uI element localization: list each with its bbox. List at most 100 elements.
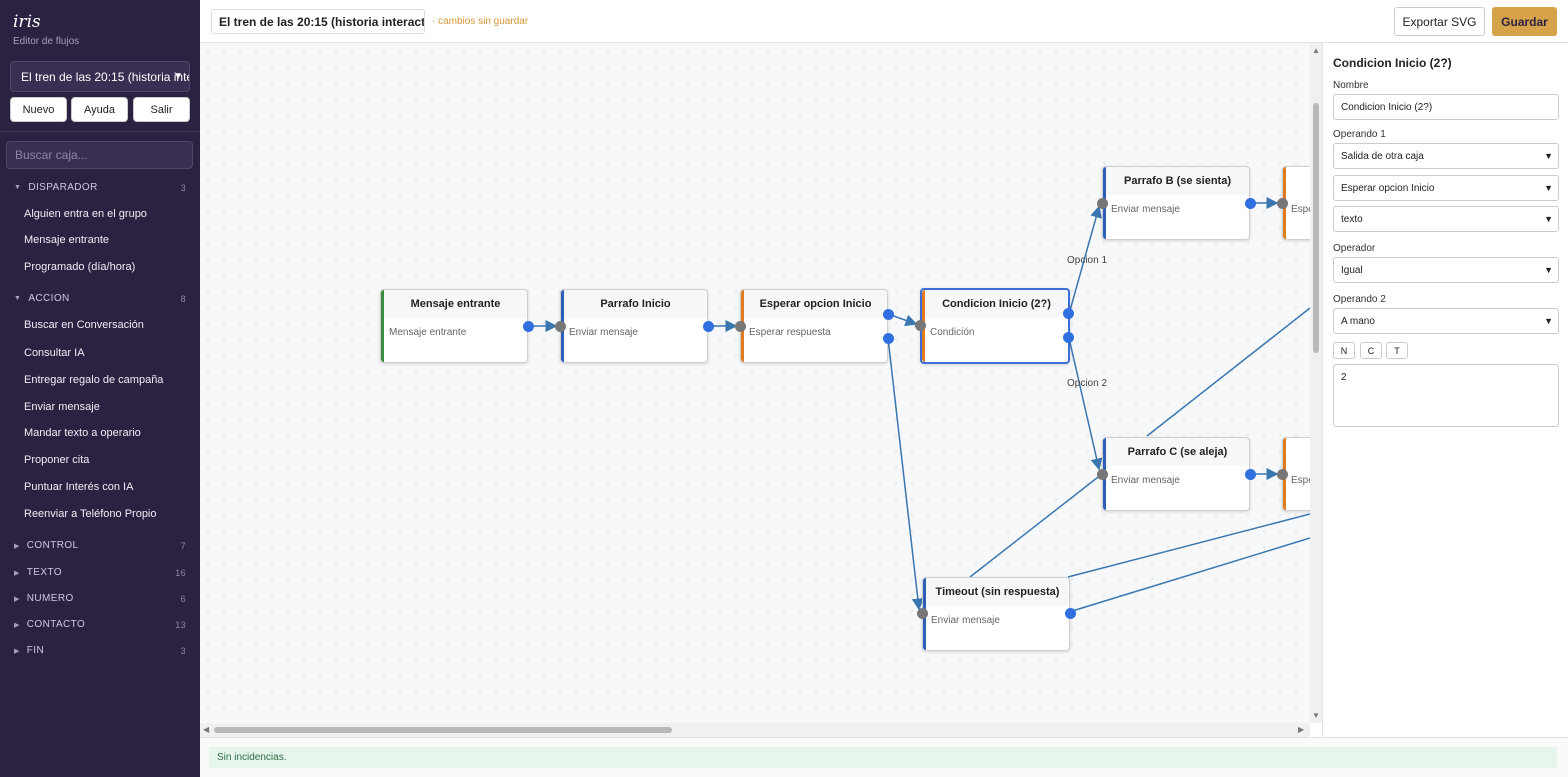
new-button[interactable]: Nuevo bbox=[10, 97, 67, 122]
sidebar-item[interactable]: Enviar mensaje bbox=[24, 401, 100, 413]
chevron-down-icon: ▼ bbox=[1544, 214, 1553, 224]
save-button[interactable]: Guardar bbox=[1492, 7, 1557, 36]
input-port[interactable] bbox=[1277, 469, 1288, 480]
vertical-scrollbar[interactable]: ▲ ▼ bbox=[1310, 43, 1322, 723]
input-port[interactable] bbox=[915, 320, 926, 331]
node-subtitle: Esperar respuesta bbox=[749, 327, 831, 338]
caret-down-icon: ▼ bbox=[14, 184, 22, 191]
sidebar-item[interactable]: Mensaje entrante bbox=[24, 234, 109, 246]
output-port[interactable] bbox=[1065, 608, 1076, 619]
export-svg-button[interactable]: Exportar SVG bbox=[1394, 7, 1485, 36]
search-input[interactable]: Buscar caja... bbox=[6, 141, 193, 169]
chevron-down-icon: ▼ bbox=[1544, 151, 1553, 161]
output-port-option-2[interactable] bbox=[1063, 332, 1074, 343]
chevron-down-icon: ▼ bbox=[1544, 265, 1553, 275]
output-port[interactable] bbox=[1245, 469, 1256, 480]
output-port-timeout[interactable] bbox=[883, 333, 894, 344]
header: El tren de las 20:15 (historia interacti… bbox=[200, 0, 1568, 43]
category-label: ACCION bbox=[28, 293, 70, 304]
node-title: Mensaje entrante bbox=[384, 290, 527, 318]
operator-select[interactable]: Igual ▼ bbox=[1333, 257, 1559, 283]
chevron-down-icon: ▼ bbox=[1544, 183, 1553, 193]
sidebar-item[interactable]: Proponer cita bbox=[24, 454, 89, 466]
input-port[interactable] bbox=[1097, 469, 1108, 480]
scroll-up-icon[interactable]: ▲ bbox=[1312, 46, 1320, 55]
select-value: Igual bbox=[1341, 264, 1363, 276]
category-accion[interactable]: ▼ ACCION 8 bbox=[14, 293, 186, 304]
input-port[interactable] bbox=[555, 321, 566, 332]
flow-title-input[interactable]: El tren de las 20:15 (historia interacti… bbox=[211, 9, 425, 34]
type-number-button[interactable]: N bbox=[1333, 342, 1355, 359]
scroll-left-icon[interactable]: ◀ bbox=[203, 725, 209, 734]
node-partial-c[interactable]: Espe bbox=[1277, 437, 1310, 511]
input-port[interactable] bbox=[735, 321, 746, 332]
operand1-type-select[interactable]: texto ▼ bbox=[1333, 206, 1559, 232]
input-port[interactable] bbox=[1097, 198, 1108, 209]
flow-select[interactable]: El tren de las 20:15 (historia interacti… bbox=[10, 61, 190, 92]
sidebar-item[interactable]: Mandar texto a operario bbox=[24, 427, 141, 439]
category-count: 7 bbox=[180, 540, 186, 551]
horizontal-scroll-thumb[interactable] bbox=[214, 727, 672, 733]
node-esperar-opcion-inicio[interactable]: Esperar opcion Inicio Esperar respuesta bbox=[735, 289, 894, 363]
node-title: Parrafo C (se aleja) bbox=[1106, 438, 1249, 466]
operand2-label: Operando 2 bbox=[1333, 294, 1386, 305]
node-parrafo-inicio[interactable]: Parrafo Inicio Enviar mensaje bbox=[555, 289, 714, 363]
sidebar-item[interactable]: Alguien entra en el grupo bbox=[24, 208, 147, 220]
scroll-down-icon[interactable]: ▼ bbox=[1312, 711, 1320, 720]
node-title: Timeout (sin respuesta) bbox=[926, 578, 1069, 606]
vertical-scroll-thumb[interactable] bbox=[1313, 103, 1319, 353]
category-texto[interactable]: ▶ TEXTO 16 bbox=[14, 567, 186, 578]
input-port[interactable] bbox=[1277, 198, 1288, 209]
category-contacto[interactable]: ▶ CONTACTO 13 bbox=[14, 619, 186, 630]
category-numero[interactable]: ▶ NUMERO 6 bbox=[14, 593, 186, 604]
sidebar-divider bbox=[0, 131, 200, 132]
edge bbox=[1068, 537, 1310, 613]
category-count: 3 bbox=[180, 182, 186, 193]
node-mensaje-entrante[interactable]: Mensaje entrante Mensaje entrante bbox=[380, 289, 534, 363]
unsaved-indicator: · cambios sin guardar bbox=[432, 16, 529, 27]
input-port[interactable] bbox=[917, 608, 928, 619]
caret-right-icon: ▶ bbox=[14, 542, 20, 550]
name-input[interactable]: Condicion Inicio (2?) bbox=[1333, 94, 1559, 120]
node-parrafo-b[interactable]: Parrafo B (se sienta) Enviar mensaje bbox=[1097, 166, 1256, 240]
exit-button[interactable]: Salir bbox=[133, 97, 190, 122]
category-control[interactable]: ▶ CONTROL 7 bbox=[14, 540, 186, 551]
output-port[interactable] bbox=[703, 321, 714, 332]
operand1-source-select[interactable]: Salida de otra caja ▼ bbox=[1333, 143, 1559, 169]
output-port[interactable] bbox=[1245, 198, 1256, 209]
panel-title: Condicion Inicio (2?) bbox=[1333, 56, 1452, 70]
category-disparador[interactable]: ▼ DISPARADOR 3 bbox=[14, 182, 186, 193]
caret-right-icon: ▶ bbox=[14, 647, 20, 655]
node-condicion-inicio[interactable]: Condicion Inicio (2?) Condición bbox=[915, 288, 1074, 364]
horizontal-scrollbar[interactable]: ◀ ▶ bbox=[200, 723, 1310, 737]
flow-canvas[interactable]: Opcion 1 Opcion 2 Mensaje entrante Mensa… bbox=[200, 43, 1310, 723]
sidebar-item[interactable]: Consultar IA bbox=[24, 347, 85, 359]
output-port-option-1[interactable] bbox=[1063, 308, 1074, 319]
output-port[interactable] bbox=[523, 321, 534, 332]
sidebar-item[interactable]: Programado (día/hora) bbox=[24, 261, 135, 273]
sidebar-item[interactable]: Buscar en Conversación bbox=[24, 319, 144, 331]
operand2-value-textarea[interactable]: 2 bbox=[1333, 364, 1559, 427]
node-parrafo-c[interactable]: Parrafo C (se aleja) Enviar mensaje bbox=[1097, 437, 1256, 511]
scroll-right-icon[interactable]: ▶ bbox=[1298, 725, 1304, 734]
node-partial-b[interactable]: Espe bbox=[1277, 166, 1310, 240]
status-bar: Sin incidencias. bbox=[200, 737, 1568, 777]
sidebar-item[interactable]: Puntuar Interés con IA bbox=[24, 481, 133, 493]
help-button[interactable]: Ayuda bbox=[71, 97, 128, 122]
node-subtitle: Enviar mensaje bbox=[931, 615, 1000, 626]
chevron-down-icon: ▼ bbox=[1544, 316, 1553, 326]
category-fin[interactable]: ▶ FIN 3 bbox=[14, 645, 186, 656]
edges-layer bbox=[528, 197, 1310, 613]
chevron-down-icon: ▼ bbox=[173, 71, 183, 82]
node-timeout[interactable]: Timeout (sin respuesta) Enviar mensaje bbox=[917, 577, 1076, 651]
type-text-button[interactable]: T bbox=[1386, 342, 1408, 359]
operand1-label: Operando 1 bbox=[1333, 129, 1386, 140]
edge bbox=[969, 473, 1103, 578]
operand2-source-select[interactable]: A mano ▼ bbox=[1333, 308, 1559, 334]
category-count: 3 bbox=[180, 645, 186, 656]
sidebar-item[interactable]: Entregar regalo de campaña bbox=[24, 374, 163, 386]
output-port[interactable] bbox=[883, 309, 894, 320]
sidebar-item[interactable]: Reenviar a Teléfono Propio bbox=[24, 508, 157, 520]
operand1-box-select[interactable]: Esperar opcion Inicio ▼ bbox=[1333, 175, 1559, 201]
type-contact-button[interactable]: C bbox=[1360, 342, 1382, 359]
